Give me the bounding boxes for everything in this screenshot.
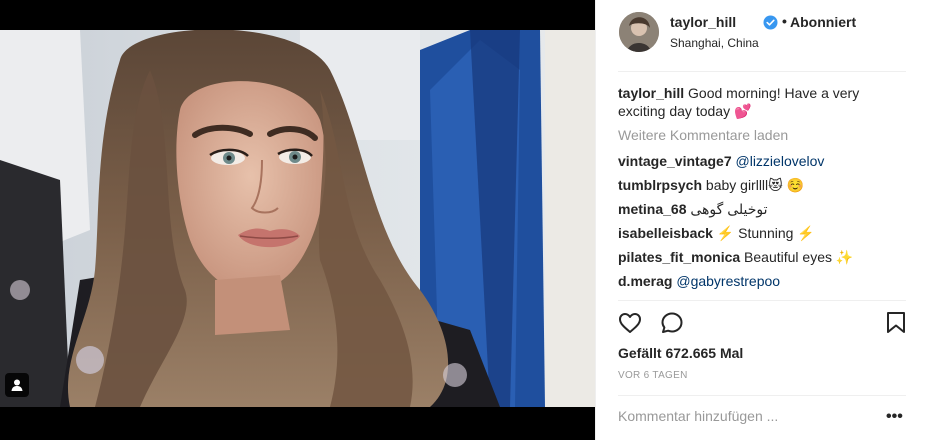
follow-status-button[interactable]: Abonniert [790,14,856,30]
comment-text: توخیلی گوهی [690,201,768,217]
post-media [0,0,595,440]
location-link[interactable]: Shanghai, China [670,36,759,50]
header-separator: • [782,13,787,29]
header-username[interactable]: taylor_hill [670,14,736,30]
comment-username[interactable]: pilates_fit_monica [618,249,740,265]
comment-item: d.merag @gabyrestrepoo [618,272,908,290]
comment-username[interactable]: metina_68 [618,201,686,217]
comment-icon[interactable] [660,311,684,335]
comment-username[interactable]: d.merag [618,273,672,289]
comment-mention-link[interactable]: @lizzielovelov [736,153,825,169]
comment-username[interactable]: tumblrpsych [618,177,702,193]
action-bar [618,311,910,337]
comment-item: isabelleisback ⚡️ Stunning ⚡️ [618,224,908,242]
comment-username[interactable]: vintage_vintage7 [618,153,732,169]
avatar[interactable] [619,12,659,52]
comment-item: vintage_vintage7 @lizzielovelov [618,152,908,170]
user-tag-icon[interactable] [5,373,29,397]
heart-icon[interactable] [618,311,642,335]
comment-mention-link[interactable]: @gabyrestrepoo [676,273,780,289]
divider [618,395,906,396]
more-options-button[interactable]: ••• [886,408,903,426]
post-container: taylor_hill • Abonniert Shanghai, China … [0,0,927,440]
comments-list: taylor_hill Good morning! Have a very ex… [618,84,908,296]
comment-text: Beautiful eyes ✨ [744,249,854,265]
comment-input[interactable] [618,406,873,426]
comment-username[interactable]: isabelleisback [618,225,713,241]
caption: taylor_hill Good morning! Have a very ex… [618,84,908,120]
comment-text: baby girllll😻 ☺️ [705,177,805,193]
comment-item: metina_68 توخیلی گوهی [618,200,908,218]
post-sidebar: taylor_hill • Abonniert Shanghai, China … [595,0,927,440]
bookmark-icon[interactable] [886,311,906,335]
divider [618,300,906,301]
comment-text: ⚡️ Stunning ⚡️ [716,225,815,241]
verified-badge-icon [763,15,778,30]
likes-count[interactable]: Gefällt 672.665 Mal [618,345,743,361]
divider [618,71,906,72]
comment-item: tumblrpsych baby girllll😻 ☺️ [618,176,908,194]
comment-item: pilates_fit_monica Beautiful eyes ✨ [618,248,908,266]
post-timestamp[interactable]: VOR 6 TAGEN [618,370,688,381]
post-photo[interactable] [0,30,595,407]
caption-username[interactable]: taylor_hill [618,85,684,101]
post-header: taylor_hill • Abonniert Shanghai, China [596,0,927,71]
load-more-comments-link[interactable]: Weitere Kommentare laden [618,126,908,144]
